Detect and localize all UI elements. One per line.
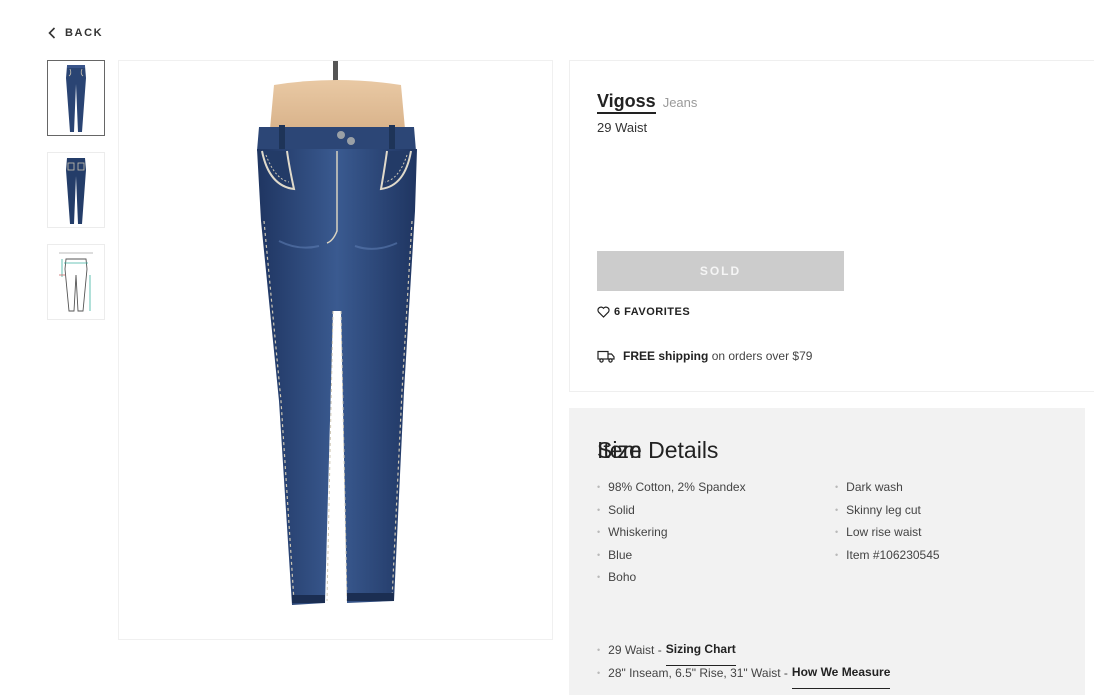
detail-item: • Boho bbox=[597, 570, 637, 584]
size-title: Size bbox=[597, 437, 642, 463]
thumbnail-front[interactable] bbox=[47, 60, 105, 136]
detail-item: • Item #106230545 bbox=[835, 547, 940, 562]
item-details-panel: Item Details • 98% Cotton, 2% Spandex • So… bbox=[569, 408, 1085, 695]
truck-icon bbox=[597, 350, 615, 363]
shipping-text: FREE shipping on orders over $79 bbox=[623, 349, 812, 363]
shipping-bold: FREE shipping bbox=[623, 349, 709, 363]
favorites-count: 6 FAVORITES bbox=[614, 306, 691, 318]
thumbnail-list bbox=[47, 60, 106, 336]
thumbnail-back[interactable] bbox=[47, 152, 105, 228]
detail-item: • Solid bbox=[597, 502, 635, 517]
jeans-front-image bbox=[257, 61, 417, 605]
sizing-chart-link[interactable]: Sizing Chart bbox=[665, 643, 736, 666]
brand-row: Vigoss Jeans bbox=[597, 91, 697, 114]
detail-item: • Skinny leg cut bbox=[835, 502, 921, 517]
chevron-left-icon bbox=[48, 27, 56, 39]
details-left-column: • 98% Cotton, 2% Spandex • Solid • Whiskeri… bbox=[597, 480, 746, 593]
detail-item: • 98% Cotton, 2% Spandex bbox=[597, 480, 746, 494]
how-we-measure-link[interactable]: How We Measure bbox=[791, 666, 891, 689]
size-item: • 29 Waist - Sizing Chart bbox=[597, 643, 890, 666]
measurement-diagram-thumbnail-image bbox=[59, 252, 93, 312]
shipping-rest: on orders over $79 bbox=[711, 349, 813, 363]
detail-item: • Blue bbox=[597, 547, 633, 562]
category-label: Jeans bbox=[662, 95, 698, 110]
heart-icon bbox=[597, 306, 610, 318]
main-product-image[interactable] bbox=[118, 60, 553, 640]
detail-item: • Whiskering bbox=[597, 525, 668, 539]
size-summary: 29 Waist bbox=[597, 120, 648, 135]
sold-button: SOLD bbox=[597, 251, 844, 291]
jeans-back-thumbnail-image bbox=[66, 158, 86, 224]
favorites-toggle[interactable]: 6 FAVORITES bbox=[597, 306, 690, 318]
jeans-front-thumbnail-image bbox=[66, 65, 86, 132]
back-link[interactable]: BACK bbox=[48, 27, 103, 39]
detail-item: • Dark wash bbox=[835, 480, 903, 494]
product-summary: Vigoss Jeans 29 Waist SOLD 6 FAVORITES F… bbox=[569, 60, 1094, 392]
shipping-info: FREE shipping on orders over $79 bbox=[597, 349, 812, 363]
thumbnail-measurements[interactable] bbox=[47, 244, 105, 320]
detail-item: • Low rise waist bbox=[835, 525, 922, 539]
size-list: • 29 Waist - Sizing Chart • 28" Inseam, 6.5… bbox=[597, 643, 891, 689]
details-right-column: • Dark wash • Skinny leg cut • Low rise wai… bbox=[835, 480, 940, 570]
brand-link[interactable]: Vigoss bbox=[597, 91, 656, 114]
back-label: BACK bbox=[65, 27, 104, 39]
size-item: • 28" Inseam, 6.5" Rise, 31" Waist - How W… bbox=[597, 666, 891, 689]
